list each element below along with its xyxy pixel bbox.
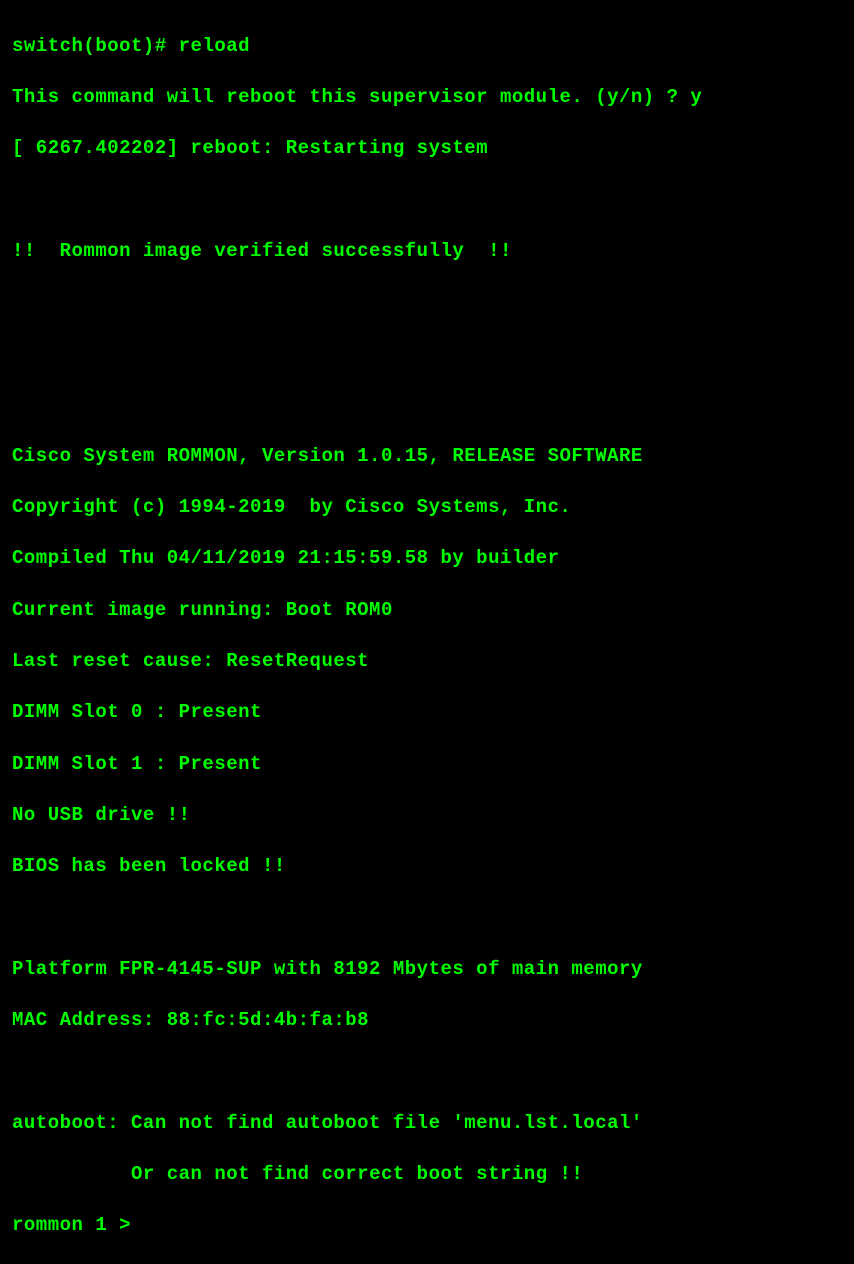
output-line: Or can not find correct boot string !! (12, 1162, 842, 1188)
output-line: No USB drive !! (12, 803, 842, 829)
terminal-output[interactable]: switch(boot)# reload This command will r… (12, 8, 842, 1264)
output-line: DIMM Slot 1 : Present (12, 752, 842, 778)
output-line (12, 393, 842, 419)
output-line: Last reset cause: ResetRequest (12, 649, 842, 675)
output-line (12, 341, 842, 367)
output-line (12, 905, 842, 931)
output-line (12, 1059, 842, 1085)
shell-prompt-1: switch(boot)# (12, 35, 179, 57)
output-line (12, 187, 842, 213)
output-line: Cisco System ROMMON, Version 1.0.15, REL… (12, 444, 842, 470)
output-line: BIOS has been locked !! (12, 854, 842, 880)
output-line: MAC Address: 88:fc:5d:4b:fa:b8 (12, 1008, 842, 1034)
output-line: [ 6267.402202] reboot: Restarting system (12, 136, 842, 162)
output-line: This command will reboot this supervisor… (12, 85, 842, 111)
output-line: Current image running: Boot ROM0 (12, 598, 842, 624)
rommon-prompt: rommon 1 > (12, 1214, 143, 1236)
command-reload: reload (179, 35, 250, 57)
output-line: Copyright (c) 1994-2019 by Cisco Systems… (12, 495, 842, 521)
output-line: Platform FPR-4145-SUP with 8192 Mbytes o… (12, 957, 842, 983)
output-line: Compiled Thu 04/11/2019 21:15:59.58 by b… (12, 546, 842, 572)
output-line: !! Rommon image verified successfully !! (12, 239, 842, 265)
output-line: DIMM Slot 0 : Present (12, 700, 842, 726)
output-line: autoboot: Can not find autoboot file 'me… (12, 1111, 842, 1137)
output-line (12, 290, 842, 316)
